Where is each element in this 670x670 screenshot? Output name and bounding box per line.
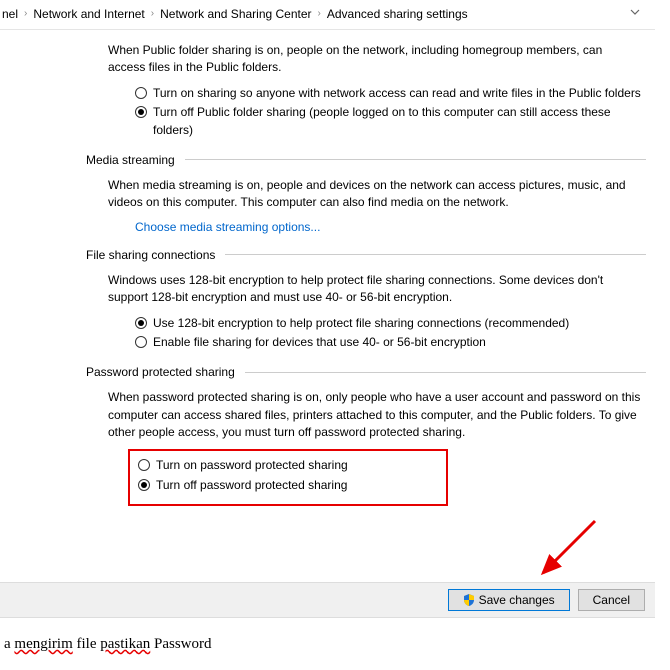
chevron-down-icon[interactable] [629,6,641,21]
section-header: Media streaming [86,153,646,167]
button-label: Cancel [593,593,630,607]
radio-option[interactable]: Enable file sharing for devices that use… [135,334,642,351]
radio-icon[interactable] [138,479,150,491]
radio-label: Enable file sharing for devices that use… [153,334,486,351]
radio-icon[interactable] [135,87,147,99]
password-radio-group: Turn on password protected sharing Turn … [138,457,438,494]
chevron-right-icon: › [151,8,154,19]
external-text: a mengirim file pastikan Password [4,636,212,653]
radio-option[interactable]: Turn on password protected sharing [138,457,438,474]
save-changes-button[interactable]: Save changes [448,589,570,611]
media-streaming-link[interactable]: Choose media streaming options... [135,220,320,234]
radio-label: Turn off password protected sharing [156,477,347,494]
section-title: Password protected sharing [86,365,235,379]
chevron-right-icon: › [318,8,321,19]
breadcrumb-item[interactable]: nel [2,7,18,21]
radio-label: Turn on sharing so anyone with network a… [153,85,641,102]
shield-icon [463,594,475,606]
divider [245,372,646,373]
password-desc: When password protected sharing is on, o… [108,389,642,441]
public-folder-desc: When Public folder sharing is on, people… [108,42,642,77]
public-folder-radio-group: Turn on sharing so anyone with network a… [135,85,642,139]
radio-option[interactable]: Turn off Public folder sharing (people l… [135,104,642,139]
highlighted-box: Turn on password protected sharing Turn … [128,449,448,506]
radio-label: Turn on password protected sharing [156,457,348,474]
radio-icon[interactable] [135,106,147,118]
file-conn-desc: Windows uses 128-bit encryption to help … [108,272,642,307]
breadcrumb-item[interactable]: Network and Sharing Center [160,7,311,21]
annotation-arrow [535,513,615,593]
media-desc: When media streaming is on, people and d… [108,177,642,212]
breadcrumb-item[interactable]: Network and Internet [33,7,144,21]
radio-option[interactable]: Turn on sharing so anyone with network a… [135,85,642,102]
section-header: File sharing connections [86,248,646,262]
divider [225,254,646,255]
divider [185,159,646,160]
file-conn-radio-group: Use 128-bit encryption to help protect f… [135,315,642,352]
button-label: Save changes [479,593,555,607]
radio-label: Use 128-bit encryption to help protect f… [153,315,569,332]
radio-option[interactable]: Turn off password protected sharing [138,477,438,494]
radio-icon[interactable] [135,336,147,348]
cancel-button[interactable]: Cancel [578,589,645,611]
section-title: Media streaming [86,153,175,167]
section-title: File sharing connections [86,248,215,262]
breadcrumb-item[interactable]: Advanced sharing settings [327,7,468,21]
radio-icon[interactable] [135,317,147,329]
button-bar: Save changes Cancel [0,582,655,618]
breadcrumb: nel › Network and Internet › Network and… [0,0,655,30]
section-header: Password protected sharing [86,365,646,379]
radio-option[interactable]: Use 128-bit encryption to help protect f… [135,315,642,332]
chevron-right-icon: › [24,8,27,19]
settings-content: When Public folder sharing is on, people… [0,30,670,506]
radio-icon[interactable] [138,459,150,471]
radio-label: Turn off Public folder sharing (people l… [153,104,642,139]
